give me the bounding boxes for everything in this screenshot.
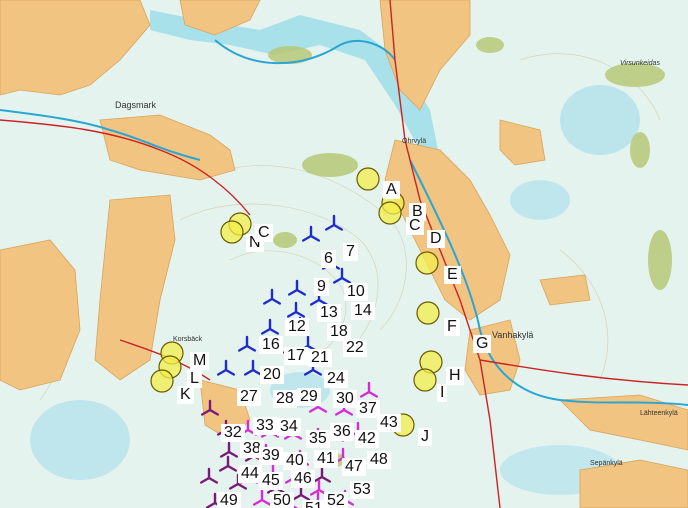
turbine-symbol-16 bbox=[200, 399, 220, 416]
turbine-label-12: 12 bbox=[285, 318, 309, 336]
turbine-symbol-27 bbox=[359, 381, 379, 398]
turbine-symbol-25 bbox=[312, 466, 332, 483]
viewpoint-label-h: H bbox=[446, 367, 464, 385]
turbine-label-48: 48 bbox=[367, 451, 391, 469]
viewpoint-label-c: C bbox=[406, 217, 424, 235]
place-name-vanhakyla: Vanhakylä bbox=[492, 330, 534, 340]
turbine-symbol-18 bbox=[219, 441, 239, 458]
turbine-label-17: 17 bbox=[284, 347, 308, 365]
turbine-symbol-6 bbox=[262, 288, 282, 305]
place-name-ohrvyla: Ohrvylä bbox=[402, 138, 427, 145]
turbine-label-10: 10 bbox=[344, 283, 368, 301]
turbine-label-50: 50 bbox=[270, 492, 294, 508]
turbine-label-53: 53 bbox=[350, 481, 374, 499]
turbine-symbol-10 bbox=[237, 335, 257, 352]
turbine-label-14: 14 bbox=[351, 302, 375, 320]
turbine-label-33: 33 bbox=[253, 417, 277, 435]
turbine-label-52: 52 bbox=[324, 492, 348, 508]
place-name-sepankyla: Sepänkylä bbox=[590, 460, 623, 467]
turbine-label-6: 6 bbox=[321, 250, 336, 268]
turbine-label-41: 41 bbox=[314, 450, 338, 468]
turbine-label-42: 42 bbox=[355, 430, 379, 448]
turbine-label-28: 28 bbox=[273, 390, 297, 408]
turbine-symbol-4 bbox=[287, 279, 307, 296]
place-name-korsback: Korsbäck bbox=[173, 336, 203, 343]
turbine-label-30: 30 bbox=[333, 390, 357, 408]
turbine-symbol-1 bbox=[301, 225, 321, 242]
turbine-label-45: 45 bbox=[259, 472, 283, 490]
viewpoint-label-j: J bbox=[418, 428, 432, 446]
viewpoint-label-m: M bbox=[190, 352, 210, 370]
turbine-label-24: 24 bbox=[324, 370, 348, 388]
turbine-label-27: 27 bbox=[237, 388, 261, 406]
place-name-dagsmark: Dagsmark bbox=[115, 100, 157, 110]
turbine-label-40: 40 bbox=[283, 452, 307, 470]
turbine-label-51: 51 bbox=[302, 500, 326, 508]
turbine-label-7: 7 bbox=[343, 243, 358, 261]
turbine-symbol-14 bbox=[243, 359, 263, 376]
viewpoint-label-g: G bbox=[473, 335, 492, 353]
place-name-lahteenkyla: Lähteenkylä bbox=[640, 410, 678, 417]
viewpoint-label-a: A bbox=[383, 181, 400, 199]
viewpoint-label-i: I bbox=[437, 384, 448, 402]
viewpoint-label-e: E bbox=[444, 266, 461, 284]
viewpoint-label-l: L bbox=[187, 370, 202, 388]
place-name-virsunkeidas: Virsunkeidas bbox=[620, 60, 660, 67]
turbine-symbol-20 bbox=[199, 467, 219, 484]
turbine-label-34: 34 bbox=[277, 418, 301, 436]
turbine-symbol-24 bbox=[291, 484, 311, 501]
turbine-symbol-0 bbox=[324, 214, 344, 231]
map-canvas[interactable]: Dagsmark Ohrvylä Vanhakylä Korsbäck Läht… bbox=[0, 0, 688, 508]
turbine-symbol-13 bbox=[216, 359, 236, 376]
turbine-label-29: 29 bbox=[297, 388, 321, 406]
turbine-label-22: 22 bbox=[343, 339, 367, 357]
turbine-symbol-8 bbox=[260, 318, 280, 335]
viewpoint-label-o: C bbox=[255, 224, 273, 242]
turbine-label-35: 35 bbox=[306, 430, 330, 448]
turbine-symbol-21 bbox=[218, 455, 238, 472]
turbine-label-39: 39 bbox=[259, 447, 283, 465]
turbine-label-20: 20 bbox=[260, 366, 284, 384]
turbine-label-43: 43 bbox=[377, 414, 401, 432]
turbine-symbol-3 bbox=[332, 267, 352, 284]
viewpoint-label-d: D bbox=[427, 230, 445, 248]
turbine-label-9: 9 bbox=[314, 278, 329, 296]
viewpoint-label-k: K bbox=[177, 386, 194, 404]
turbine-label-21: 21 bbox=[308, 349, 332, 367]
turbine-label-13: 13 bbox=[317, 304, 341, 322]
turbine-label-47: 47 bbox=[342, 458, 366, 476]
turbine-symbol-7 bbox=[286, 301, 306, 318]
turbine-label-49: 49 bbox=[217, 492, 241, 508]
turbine-label-16: 16 bbox=[259, 336, 283, 354]
turbine-label-46: 46 bbox=[291, 470, 315, 488]
turbine-label-36: 36 bbox=[330, 423, 354, 441]
viewpoint-label-f: F bbox=[444, 318, 460, 336]
